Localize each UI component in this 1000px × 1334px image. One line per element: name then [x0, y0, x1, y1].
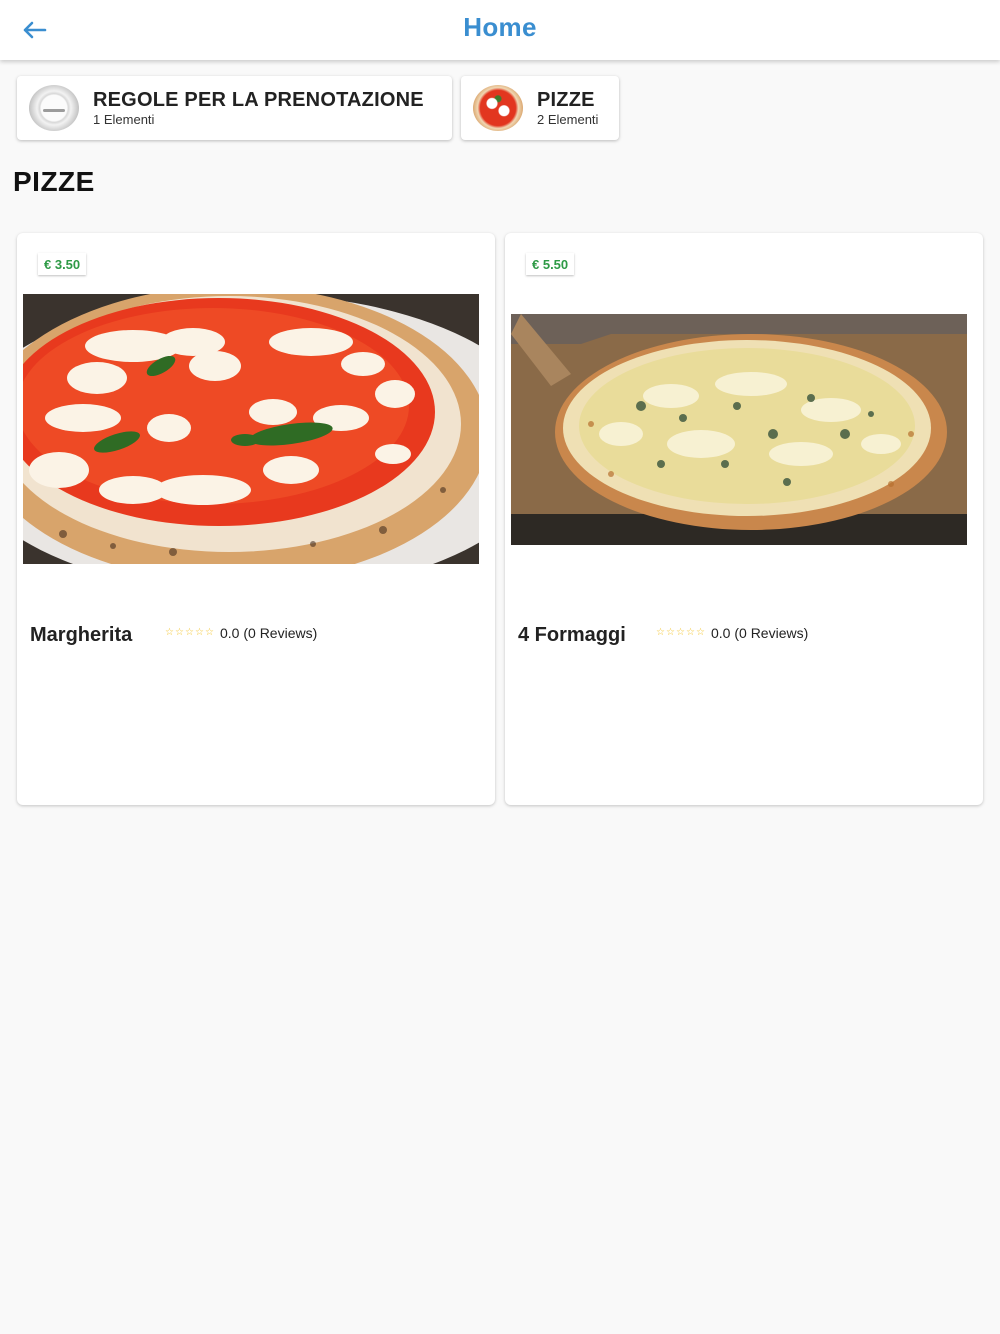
rating: ☆ ☆ ☆ ☆ ☆ 0.0 (0 Reviews)	[165, 625, 317, 641]
product-name: Margherita	[30, 624, 133, 646]
star-icon: ☆	[185, 627, 194, 638]
star-icon: ☆	[666, 627, 675, 638]
star-icon: ☆	[175, 627, 184, 638]
category-chip-pizze[interactable]: PIZZE 2 Elementi	[461, 76, 619, 140]
rating-text: 0.0 (0 Reviews)	[711, 625, 809, 641]
rating-text: 0.0 (0 Reviews)	[220, 625, 318, 641]
star-icon: ☆	[165, 627, 174, 638]
page-title: Home	[463, 12, 537, 42]
star-icon: ☆	[676, 627, 685, 638]
rating-stars: ☆ ☆ ☆ ☆ ☆	[656, 628, 706, 638]
rating-stars: ☆ ☆ ☆ ☆ ☆	[165, 628, 215, 638]
star-icon: ☆	[195, 627, 204, 638]
price-badge: € 5.50	[526, 253, 575, 275]
category-title: REGOLE PER LA PRENOTAZIONE	[93, 89, 424, 111]
product-card-4-formaggi[interactable]: € 5.50 4 Formaggi ☆ ☆ ☆ ☆ ☆ 0.0 (0 Revie…	[505, 233, 983, 805]
pizza-icon	[473, 85, 523, 131]
app-bar: Home	[0, 0, 1000, 60]
category-title: PIZZE	[537, 89, 595, 111]
star-icon: ☆	[656, 627, 665, 638]
category-chip-regole[interactable]: REGOLE PER LA PRENOTAZIONE 1 Elementi	[17, 76, 452, 140]
product-image	[511, 314, 967, 545]
category-count: 1 Elementi	[93, 112, 155, 127]
product-card-margherita[interactable]: € 3.50 Margherita ☆ ☆ ☆ ☆ ☆ 0.0 (0 Revie…	[17, 233, 495, 805]
rating: ☆ ☆ ☆ ☆ ☆ 0.0 (0 Reviews)	[656, 625, 808, 641]
product-image	[23, 294, 479, 564]
star-icon: ☆	[696, 627, 705, 638]
star-icon: ☆	[686, 627, 695, 638]
section-title: PIZZE	[13, 166, 95, 197]
price-badge: € 3.50	[38, 253, 87, 275]
plate-icon	[29, 85, 79, 131]
product-name: 4 Formaggi	[518, 624, 626, 646]
category-count: 2 Elementi	[537, 112, 599, 127]
star-icon: ☆	[205, 627, 214, 638]
